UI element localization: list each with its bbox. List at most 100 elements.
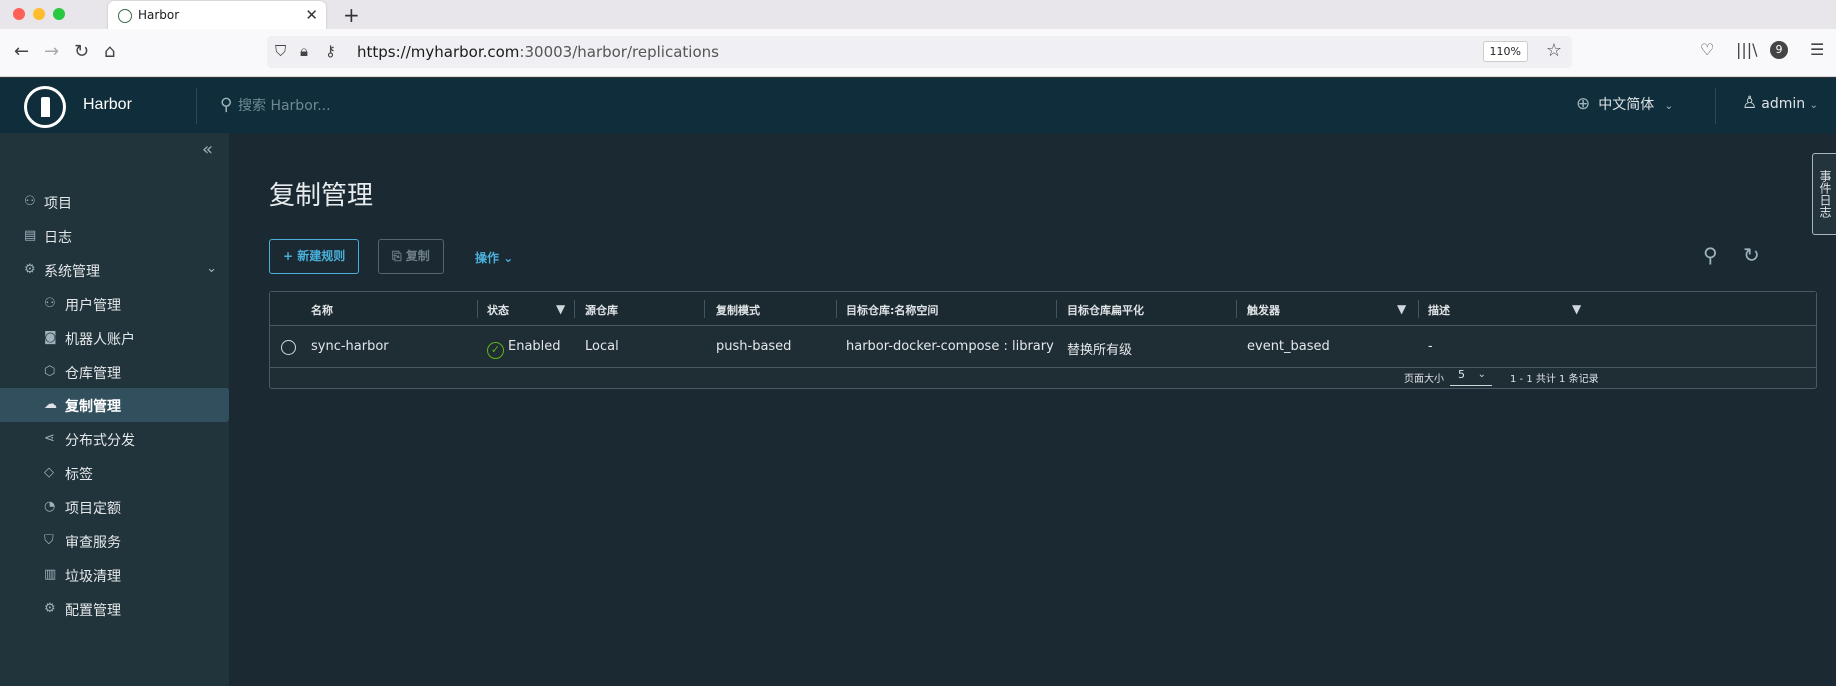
sidebar-item-admin[interactable]: ⚙ 系统管理 ⌄ bbox=[0, 253, 229, 287]
distribution-icon: ⋖ bbox=[44, 431, 55, 446]
close-window-button[interactable] bbox=[13, 8, 25, 20]
library-icon[interactable]: |||\ bbox=[1736, 40, 1758, 59]
minimize-window-button[interactable] bbox=[33, 8, 45, 20]
collapse-sidebar-icon[interactable]: « bbox=[202, 139, 213, 160]
column-name[interactable]: 名称 bbox=[311, 302, 333, 318]
shield-icon[interactable]: ⛉ bbox=[275, 42, 286, 60]
project-icon: ⚇ bbox=[24, 194, 36, 209]
column-mode[interactable]: 复制模式 bbox=[716, 302, 760, 318]
sidebar-item-quotas[interactable]: ◔ 项目定额 bbox=[0, 490, 229, 524]
url-text: https://myharbor.com:30003/harbor/replic… bbox=[357, 43, 719, 61]
back-icon[interactable]: ← bbox=[14, 41, 29, 62]
page-size-select[interactable]: 5 ⌄ bbox=[1450, 366, 1492, 386]
chevron-down-icon: ⌄ bbox=[1664, 99, 1674, 112]
table-row[interactable]: sync-harbor ✓ Enabled Local push-based ha… bbox=[270, 326, 1816, 368]
sidebar-item-robots[interactable]: ◙ 机器人账户 bbox=[0, 321, 229, 355]
users-icon: ⚇ bbox=[44, 296, 56, 311]
pocket-icon[interactable]: ♡ bbox=[1700, 40, 1714, 59]
search-icon: ⚲ bbox=[220, 95, 233, 115]
registry-icon: ⬡ bbox=[44, 364, 56, 379]
robot-icon: ◙ bbox=[44, 330, 57, 345]
header-divider bbox=[1715, 88, 1716, 124]
bookmark-star-icon[interactable]: ☆ bbox=[1546, 40, 1562, 61]
menu-icon[interactable]: ☰ bbox=[1810, 40, 1824, 59]
harbor-favicon-icon bbox=[118, 9, 132, 23]
close-tab-icon[interactable]: ✕ bbox=[305, 6, 318, 24]
reload-icon[interactable]: ↻ bbox=[74, 41, 89, 62]
log-icon: ▤ bbox=[24, 228, 37, 243]
admin-icon: ⚙ bbox=[24, 262, 36, 277]
app-header: Harbor ⚲ ⊕中文简体⌄ ♙admin ⌄ bbox=[0, 77, 1836, 133]
column-status[interactable]: 状态 bbox=[487, 302, 509, 318]
zoom-badge[interactable]: 110% bbox=[1482, 41, 1528, 62]
sidebar-item-replications[interactable]: ☁ 复制管理 bbox=[0, 388, 229, 422]
new-tab-icon[interactable]: + bbox=[343, 3, 360, 27]
page-title: 复制管理 bbox=[269, 181, 374, 211]
sidebar-item-interrogation[interactable]: ⛉ 审查服务 bbox=[0, 524, 229, 558]
cell-name: sync-harbor bbox=[311, 339, 389, 354]
extension-badge[interactable]: 9 bbox=[1770, 41, 1788, 59]
home-icon[interactable]: ⌂ bbox=[104, 41, 115, 62]
table-footer: 页面大小 5 ⌄ 1 - 1 共计 1 条记录 bbox=[270, 368, 1816, 390]
sidebar-item-projects[interactable]: ⚇ 项目 bbox=[0, 185, 229, 219]
forward-icon[interactable]: → bbox=[44, 41, 59, 62]
row-select-radio[interactable] bbox=[281, 340, 296, 355]
replicate-icon: ⎘ bbox=[392, 249, 406, 263]
cell-mode: push-based bbox=[716, 339, 792, 354]
search-input[interactable] bbox=[238, 94, 538, 118]
column-trigger[interactable]: 触发器 bbox=[1247, 302, 1280, 318]
column-divider bbox=[1236, 300, 1237, 318]
maximize-window-button[interactable] bbox=[53, 8, 65, 20]
sidebar-item-config[interactable]: ⚙ 配置管理 bbox=[0, 592, 229, 626]
quota-icon: ◔ bbox=[44, 499, 56, 514]
sidebar-item-logs[interactable]: ▤ 日志 bbox=[0, 219, 229, 253]
chevron-down-icon: ⌄ bbox=[206, 261, 217, 276]
chevron-down-icon: ⌄ bbox=[1477, 369, 1486, 380]
header-divider bbox=[196, 88, 197, 124]
new-rule-button[interactable]: + 新建规则 bbox=[269, 239, 360, 274]
cell-dest: harbor-docker-compose : library bbox=[846, 339, 1054, 354]
plus-icon: + bbox=[283, 249, 298, 263]
brand-name[interactable]: Harbor bbox=[83, 96, 132, 114]
harbor-logo-icon[interactable] bbox=[24, 86, 66, 128]
refresh-icon[interactable]: ↻ bbox=[1743, 243, 1760, 267]
table-header: 名称 状态 ▼ 源仓库 复制模式 目标仓库:名称空间 目标仓库扁平化 触发器 ▼… bbox=[270, 292, 1816, 326]
filter-icon[interactable]: ▼ bbox=[556, 302, 565, 316]
column-source[interactable]: 源仓库 bbox=[585, 302, 618, 318]
browser-tab[interactable]: Harbor ✕ bbox=[108, 1, 326, 31]
gear-icon: ⚙ bbox=[44, 601, 56, 616]
column-dest[interactable]: 目标仓库:名称空间 bbox=[846, 302, 938, 318]
user-icon: ♙ bbox=[1742, 93, 1758, 113]
column-divider bbox=[836, 300, 837, 318]
actions-dropdown[interactable]: 操作 ⌄ bbox=[475, 249, 513, 266]
sidebar-item-gc[interactable]: ▥ 垃圾清理 bbox=[0, 558, 229, 592]
lock-icon[interactable]: 🔒︎ bbox=[300, 42, 308, 60]
column-divider bbox=[704, 300, 705, 318]
check-circle-icon: ✓ bbox=[487, 342, 504, 359]
record-count: 1 - 1 共计 1 条记录 bbox=[1510, 374, 1599, 385]
sidebar-item-labels[interactable]: ◇ 标签 bbox=[0, 456, 229, 490]
sidebar: « ⚇ 项目 ▤ 日志 ⚙ 系统管理 ⌄ ⚇ 用户管理 ◙ 机器人账户 ⬡ 仓库… bbox=[0, 133, 229, 686]
sidebar-item-users[interactable]: ⚇ 用户管理 bbox=[0, 287, 229, 321]
tag-icon: ◇ bbox=[44, 465, 54, 480]
key-icon[interactable]: ⚷ bbox=[325, 42, 336, 60]
replication-rules-table: 名称 状态 ▼ 源仓库 复制模式 目标仓库:名称空间 目标仓库扁平化 触发器 ▼… bbox=[269, 291, 1817, 389]
sidebar-item-registries[interactable]: ⬡ 仓库管理 bbox=[0, 355, 229, 389]
event-log-tab[interactable]: 事件日志 bbox=[1812, 153, 1836, 235]
chevron-down-icon: ⌄ bbox=[1809, 100, 1818, 111]
column-description[interactable]: 描述 bbox=[1428, 302, 1450, 318]
trash-icon: ▥ bbox=[44, 567, 57, 582]
filter-icon[interactable]: ▼ bbox=[1572, 302, 1581, 316]
filter-icon[interactable]: ▼ bbox=[1397, 302, 1406, 316]
url-bar[interactable]: ⛉ 🔒︎ ⚷ https://myharbor.com:30003/harbor… bbox=[267, 36, 1572, 68]
column-flatten[interactable]: 目标仓库扁平化 bbox=[1067, 302, 1144, 318]
search-icon[interactable]: ⚲ bbox=[1703, 243, 1718, 267]
language-selector[interactable]: ⊕ 中文简体 ⌄ bbox=[1576, 94, 1673, 114]
replicate-button[interactable]: ⎘ 复制 bbox=[378, 239, 444, 274]
browser-tabbar: Harbor ✕ + bbox=[0, 0, 1836, 31]
shield-icon: ⛉ bbox=[44, 533, 54, 548]
page-size-label: 页面大小 bbox=[1404, 374, 1444, 385]
sidebar-item-distribution[interactable]: ⋖ 分布式分发 bbox=[0, 422, 229, 456]
user-menu[interactable]: ♙ admin ⌄ bbox=[1742, 93, 1818, 113]
replication-icon: ☁ bbox=[44, 397, 57, 412]
